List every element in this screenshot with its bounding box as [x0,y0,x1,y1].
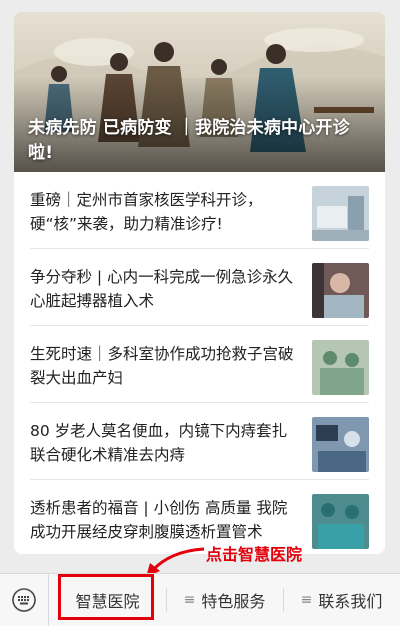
menu-list-icon: ≡ [300,592,313,608]
news-thumbnail [312,494,369,549]
article-card: 未病先防 已病防变 ｜我院治未病中心开诊啦! 重磅｜定州市首家核医学科开诊，硬“… [14,12,385,554]
news-title: 生死时速｜多科室协作成功抢救子宫破裂大出血产妇 [30,345,294,387]
menu-item-label: 特色服务 [201,592,266,611]
news-item[interactable]: 透析患者的福音 | 小创伤 高质量 我院成功开展经皮穿刺腹膜透析置管术 [30,480,369,554]
keyboard-icon [12,588,36,612]
menu-item-label: 联系我们 [318,592,383,611]
news-item[interactable]: 争分夺秒 | 心内一科完成一例急诊永久心脏起搏器植入术 [30,249,369,326]
news-thumbnail [312,417,369,472]
news-item[interactable]: 生死时速｜多科室协作成功抢救子宫破裂大出血产妇 [30,326,369,403]
news-thumbnail [312,186,369,241]
news-title: 80 岁老人莫名便血，内镜下内痔套扎联合硬化术精准去内痔 [30,422,288,464]
news-title: 重磅｜定州市首家核医学科开诊，硬“核”来袭，助力精准诊疗! [30,191,263,233]
menu-item-contact-us[interactable]: ≡ 联系我们 [283,574,400,626]
banner[interactable]: 未病先防 已病防变 ｜我院治未病中心开诊啦! [14,12,385,172]
news-thumbnail [312,340,369,395]
menu-list-icon: ≡ [183,592,196,608]
news-item[interactable]: 80 岁老人莫名便血，内镜下内痔套扎联合硬化术精准去内痔 [30,403,369,480]
highlight-box [58,574,154,620]
news-list: 重磅｜定州市首家核医学科开诊，硬“核”来袭，助力精准诊疗! 争分夺秒 | 心内一… [14,172,385,554]
keyboard-button[interactable] [0,574,49,626]
banner-title: 未病先防 已病防变 ｜我院治未病中心开诊啦! [28,118,350,163]
news-item[interactable]: 重磅｜定州市首家核医学科开诊，硬“核”来袭，助力精准诊疗! [30,172,369,249]
news-title: 透析患者的福音 | 小创伤 高质量 我院成功开展经皮穿刺腹膜透析置管术 [30,499,288,541]
menu-item-special-services[interactable]: ≡ 特色服务 [166,574,283,626]
news-thumbnail [312,263,369,318]
news-title: 争分夺秒 | 心内一科完成一例急诊永久心脏起搏器植入术 [30,268,294,310]
annotation-label: 点击智慧医院 [206,545,303,564]
